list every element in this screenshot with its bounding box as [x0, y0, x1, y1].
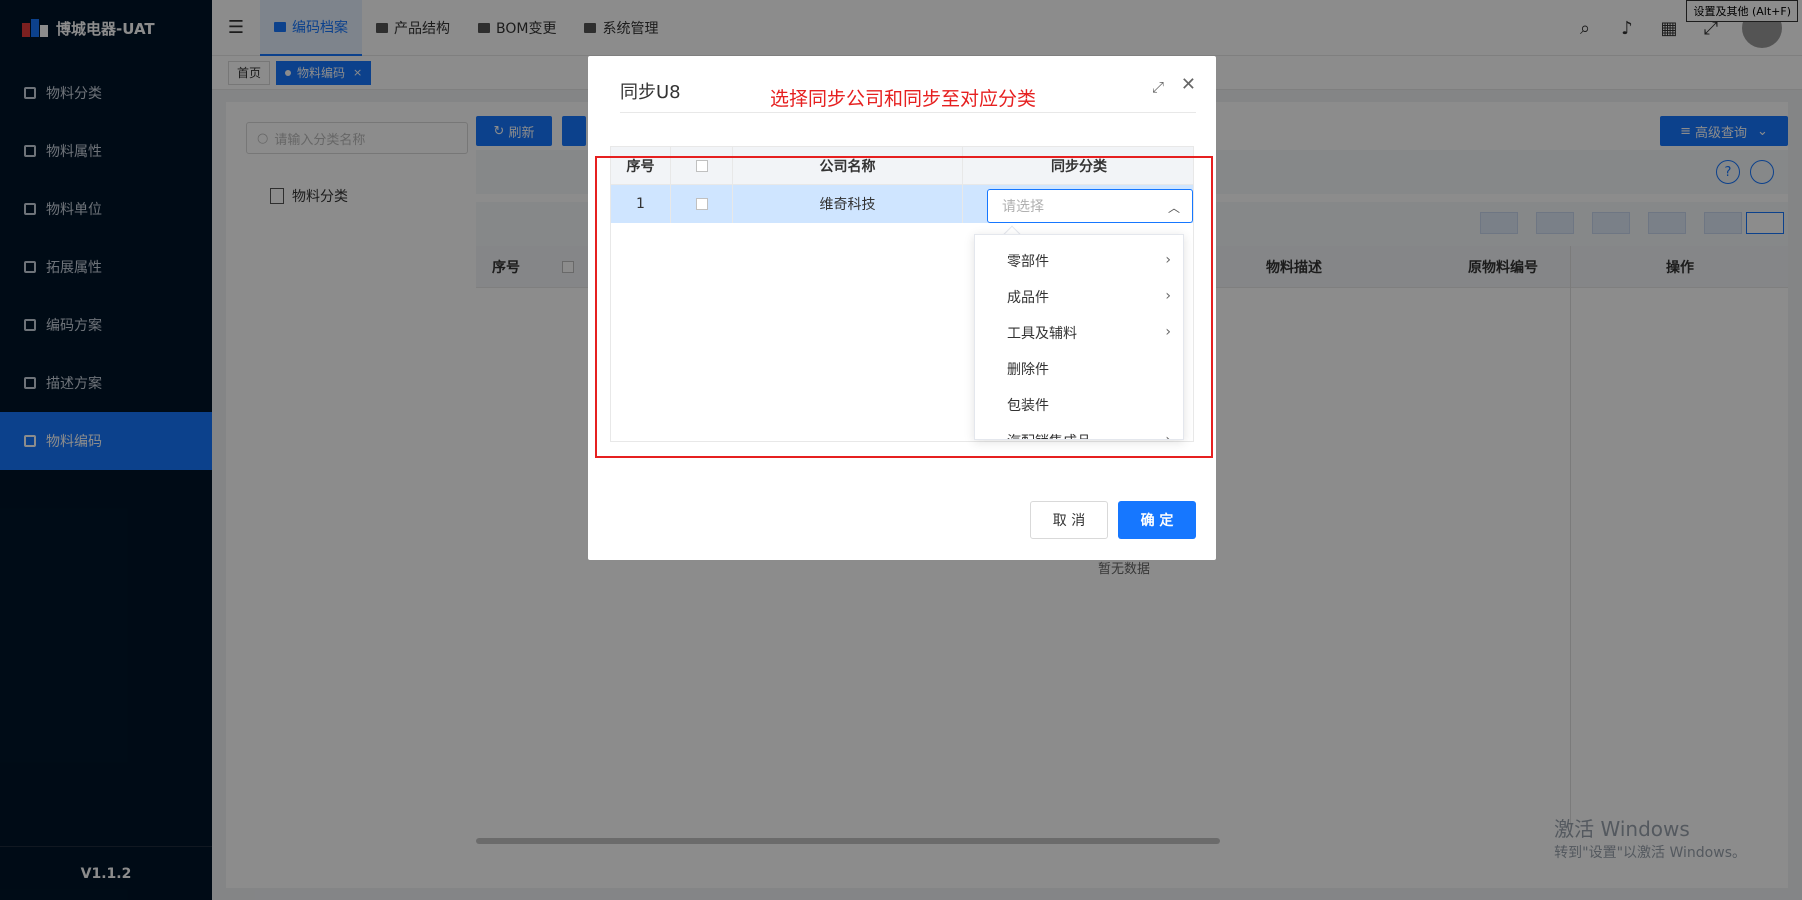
- sync-u8-dialog: 同步U8 选择同步公司和同步至对应分类 ⤢ ✕ 序号 公司名称 同步分类 1 维…: [588, 56, 1216, 560]
- cancel-button[interactable]: 取 消: [1030, 501, 1108, 539]
- confirm-button[interactable]: 确 定: [1118, 501, 1196, 539]
- expand-icon[interactable]: ⤢: [1152, 78, 1164, 96]
- annotation-text: 选择同步公司和同步至对应分类: [770, 88, 1037, 110]
- annotation-highlight-box: [595, 156, 1213, 458]
- dialog-title: 同步U8: [620, 82, 681, 103]
- close-icon[interactable]: ✕: [1181, 74, 1196, 95]
- title-divider: [620, 112, 1196, 113]
